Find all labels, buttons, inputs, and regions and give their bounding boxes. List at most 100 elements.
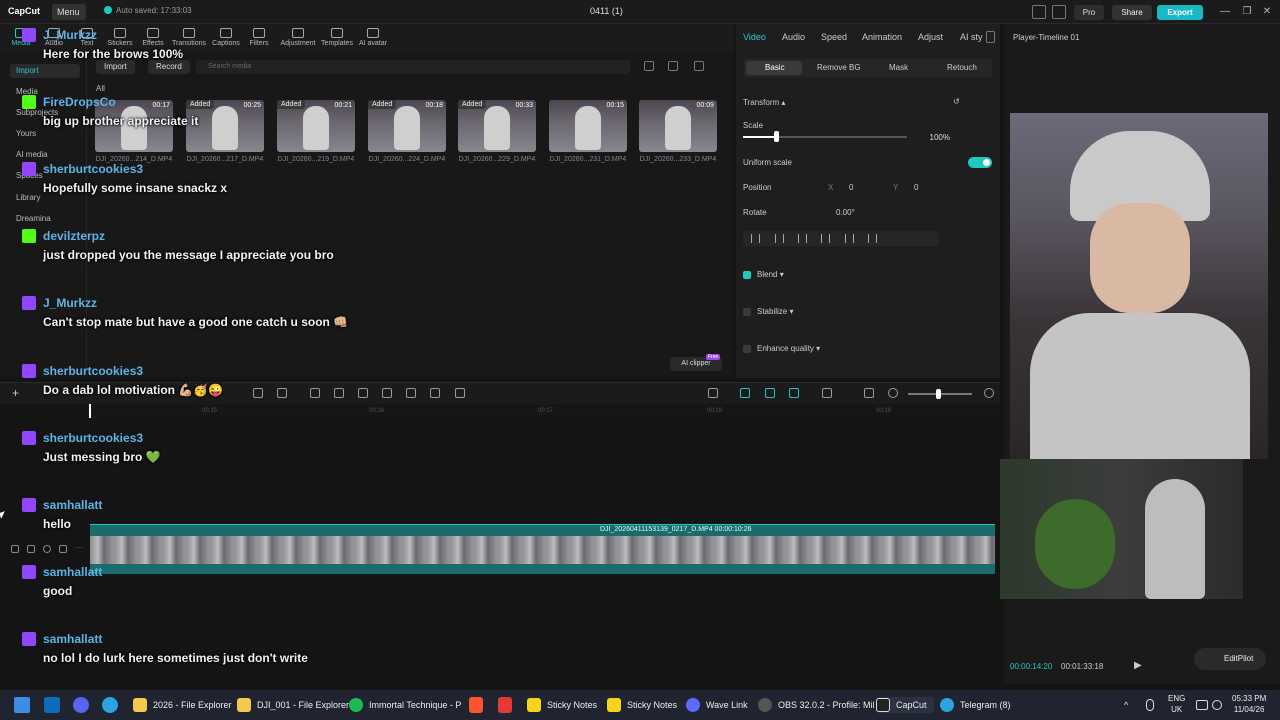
zoom-in-icon[interactable] (984, 388, 994, 398)
align-left-icon[interactable] (751, 234, 760, 243)
chat-username: sherburtcookies3 (43, 162, 144, 176)
stabilize-label[interactable]: Stabilize ▾ (757, 307, 794, 316)
subtab-retouch[interactable]: Retouch (947, 63, 977, 72)
transform-label[interactable]: Transform ▴ (743, 98, 785, 107)
project-title[interactable]: 0411 (1) (590, 6, 623, 16)
filter-icon[interactable] (694, 61, 704, 71)
rotate-input[interactable]: 0.00° (836, 208, 855, 217)
uniform-scale-toggle[interactable] (968, 157, 992, 168)
layout-icon[interactable] (1032, 5, 1046, 19)
discord-icon[interactable] (73, 697, 89, 713)
tab-speed[interactable]: Speed (821, 32, 847, 42)
taskbar-item[interactable]: DJI_001 - File Explorer (237, 697, 349, 713)
taskbar-item[interactable]: Sticky Notes (527, 697, 597, 713)
eye-icon[interactable] (43, 545, 51, 553)
record-button[interactable]: Record (148, 60, 190, 74)
speaker-icon[interactable] (59, 545, 67, 553)
chat-username: sherburtcookies3 (43, 431, 144, 445)
chevron-right-icon[interactable] (986, 31, 995, 43)
tab-adjust[interactable]: Adjust (918, 32, 943, 42)
twitch-icon (22, 296, 36, 310)
filter-all-label[interactable]: All (96, 84, 105, 93)
ruler-tick: 00:19 (876, 408, 892, 414)
share-button[interactable]: Share (1112, 5, 1152, 20)
shortcuts-icon[interactable] (1052, 5, 1066, 19)
reset-icon[interactable]: ↺ (953, 97, 960, 106)
tab-audio[interactable]: Audio (782, 32, 805, 42)
align-bottom-icon[interactable] (868, 234, 877, 243)
tab-animation[interactable]: Animation (862, 32, 902, 42)
tab-ai-style[interactable]: AI sty (960, 32, 983, 42)
chat-message: sherburtcookies3 Do a dab lol motivation… (22, 364, 722, 397)
pro-button[interactable]: Pro (1074, 5, 1104, 20)
maximize-icon[interactable]: ❐ (1240, 5, 1254, 19)
nav-yours[interactable]: Yours (10, 127, 80, 141)
align-center-icon[interactable] (775, 234, 784, 243)
snap-icon[interactable] (765, 388, 775, 398)
language-indicator[interactable]: ENG UK (1168, 693, 1185, 715)
screen-icon[interactable] (864, 388, 874, 398)
playhead[interactable] (89, 404, 91, 418)
taskbar-item[interactable]: Wave Link (686, 697, 748, 713)
minimize-icon[interactable]: — (1218, 5, 1232, 19)
microphone-icon[interactable] (1146, 699, 1154, 711)
play-icon[interactable]: ▶ (1134, 660, 1142, 671)
system-clock[interactable]: 05:33 PM 11/04/26 (1232, 693, 1266, 715)
twitch-icon (22, 28, 36, 42)
windows-start-icon[interactable] (14, 697, 30, 713)
align-right-icon[interactable] (798, 234, 807, 243)
editpilot-button[interactable]: EditPilot (1194, 648, 1266, 670)
webcam-secondary-image (995, 459, 1243, 599)
scale-slider-handle[interactable] (774, 131, 779, 142)
brave-icon[interactable] (469, 697, 483, 713)
pos-x-input[interactable]: 0 (849, 183, 853, 192)
tab-video[interactable]: Video (743, 32, 766, 42)
app-icon[interactable] (498, 697, 512, 713)
nav-dreamina[interactable]: Dreamina (10, 212, 80, 226)
align-middle-icon[interactable] (845, 234, 854, 243)
enhance-checkbox[interactable] (743, 345, 751, 353)
volume-icon[interactable] (1212, 700, 1222, 710)
taskbar-item[interactable]: OBS 32.0.2 - Profile: Mil (758, 697, 875, 713)
zoom-slider-handle[interactable] (936, 389, 941, 399)
enhance-label[interactable]: Enhance quality ▾ (757, 344, 820, 353)
fit-icon[interactable] (822, 388, 832, 398)
blend-label[interactable]: Blend ▾ (757, 270, 784, 279)
telegram-icon[interactable] (102, 697, 118, 713)
taskbar-item[interactable]: Telegram (8) (940, 697, 1011, 713)
scale-input[interactable]: 100% (918, 131, 966, 144)
track-cover-icon[interactable] (11, 545, 19, 553)
network-icon[interactable] (1196, 700, 1208, 710)
link-icon[interactable] (740, 388, 750, 398)
blend-checkbox[interactable] (743, 271, 751, 279)
pos-y-input[interactable]: 0 (914, 183, 918, 192)
taskbar-item[interactable]: CapCut (876, 697, 934, 713)
view-grid-icon[interactable] (644, 61, 654, 71)
pos-y-label: Y (893, 183, 899, 192)
nav-import[interactable]: Import (10, 64, 80, 78)
tray-chevron-icon[interactable]: ^ (1124, 700, 1128, 710)
sort-icon[interactable] (668, 61, 678, 71)
more-icon[interactable]: ··· (75, 544, 83, 553)
export-button[interactable]: Export (1157, 5, 1203, 20)
align-top-icon[interactable] (821, 234, 830, 243)
lock-icon[interactable] (27, 545, 35, 553)
twitch-icon (22, 565, 36, 579)
zoom-out-icon[interactable] (888, 388, 898, 398)
taskbar-item[interactable]: Immortal Technique - P (349, 697, 461, 713)
outlook-icon[interactable] (44, 697, 60, 713)
telegram-icon (940, 698, 954, 712)
subtab-remove-bg[interactable]: Remove BG (817, 63, 861, 72)
import-button[interactable]: Import (96, 60, 135, 74)
search-input[interactable]: Search media (196, 60, 630, 74)
menu-button[interactable]: Menu ▾ (52, 4, 86, 33)
stabilize-checkbox[interactable] (743, 308, 751, 316)
taskbar-item[interactable]: 2026 - File Explorer (133, 697, 232, 713)
nav-ai-media[interactable]: AI media (10, 148, 80, 162)
preview-icon[interactable] (789, 388, 799, 398)
taskbar-item[interactable]: Sticky Notes (607, 697, 677, 713)
close-icon[interactable]: ✕ (1260, 5, 1274, 19)
subtab-basic[interactable]: Basic (765, 63, 785, 72)
add-icon[interactable]: + (12, 386, 19, 400)
subtab-mask[interactable]: Mask (889, 63, 908, 72)
